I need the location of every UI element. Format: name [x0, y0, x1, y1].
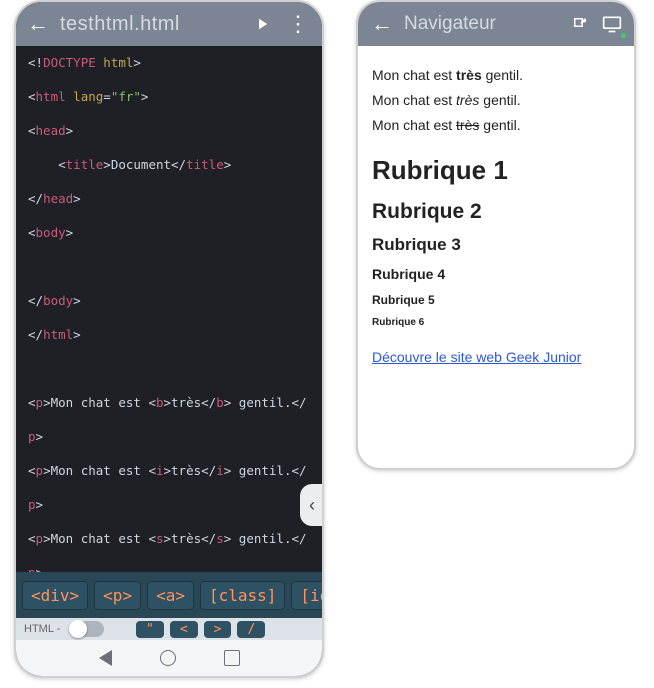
- nav-home-icon[interactable]: [160, 650, 176, 666]
- android-nav-bar: [16, 640, 322, 676]
- back-button[interactable]: ←: [20, 6, 56, 42]
- code-editor[interactable]: <!DOCTYPE html> <html lang="fr"> <head> …: [16, 46, 322, 576]
- external-icon: [571, 15, 589, 33]
- heading-6: Rubrique 6: [372, 316, 620, 330]
- mode-label: HTML -: [24, 623, 60, 635]
- open-external-button[interactable]: [564, 8, 596, 40]
- heading-3: Rubrique 3: [372, 234, 620, 257]
- run-button[interactable]: [244, 6, 280, 42]
- snippet-id[interactable]: [id]: [291, 581, 324, 610]
- heading-4: Rubrique 4: [372, 265, 620, 284]
- editor-phone: ← testhtml.html ⋮ <!DOCTYPE html> <html …: [14, 0, 324, 678]
- snippet-class[interactable]: [class]: [200, 581, 285, 610]
- browser-back-button[interactable]: ←: [364, 6, 400, 42]
- geek-junior-link[interactable]: Découvre le site web Geek Junior: [372, 348, 581, 367]
- overflow-menu-button[interactable]: ⋮: [280, 6, 316, 42]
- heading-1: Rubrique 1: [372, 153, 620, 188]
- editor-header: ← testhtml.html ⋮: [16, 2, 322, 46]
- play-icon: [253, 15, 271, 33]
- monitor-icon: [602, 15, 622, 33]
- paragraph-italic: Mon chat est très gentil.: [372, 91, 620, 110]
- snippet-p[interactable]: <p>: [94, 581, 141, 610]
- desktop-mode-button[interactable]: [596, 8, 628, 40]
- heading-2: Rubrique 2: [372, 198, 620, 226]
- paragraph-bold: Mon chat est très gentil.: [372, 66, 620, 85]
- chevron-left-icon: ‹: [309, 495, 315, 516]
- snippet-quote[interactable]: ": [136, 621, 164, 638]
- mode-toggle[interactable]: [70, 621, 104, 637]
- snippet-div[interactable]: <div>: [22, 581, 88, 610]
- snippet-slash[interactable]: /: [237, 621, 265, 638]
- rendered-page: Mon chat est très gentil. Mon chat est t…: [358, 46, 634, 381]
- heading-5: Rubrique 5: [372, 292, 620, 308]
- status-dot-icon: [621, 33, 626, 38]
- browser-title: Navigateur: [400, 13, 564, 35]
- side-panel-toggle[interactable]: ‹: [300, 484, 324, 526]
- snippet-gt[interactable]: >: [204, 621, 232, 638]
- file-title: testhtml.html: [56, 13, 244, 36]
- browser-phone: ← Navigateur Mon chat est très gentil. M…: [356, 0, 636, 470]
- paragraph-strike: Mon chat est très gentil.: [372, 116, 620, 135]
- snippet-toolbar: <div> <p> <a> [class] [id]: [16, 572, 322, 618]
- nav-back-icon[interactable]: [99, 650, 112, 666]
- browser-header: ← Navigateur: [358, 2, 634, 46]
- nav-recents-icon[interactable]: [224, 650, 240, 666]
- snippet-a[interactable]: <a>: [147, 581, 194, 610]
- snippet-lt[interactable]: <: [170, 621, 198, 638]
